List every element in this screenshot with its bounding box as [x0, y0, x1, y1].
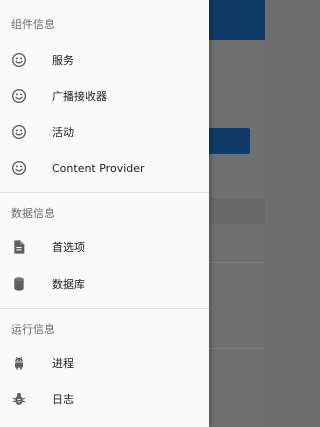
background-divider [200, 262, 265, 263]
section-divider [0, 308, 209, 309]
android-icon [10, 354, 28, 372]
drawer-item-label: Content Provider [52, 161, 145, 175]
drawer-item-content-provider[interactable]: Content Provider [0, 150, 209, 186]
bug-icon [10, 390, 28, 408]
drawer-item-label: 日志 [52, 393, 74, 406]
drawer-item-broadcast-receivers[interactable]: 广播接收器 [0, 78, 209, 114]
drawer-item-label: 进程 [52, 357, 74, 370]
background-row [200, 198, 265, 224]
section-header-runtime: 运行信息 [11, 323, 55, 336]
drawer-item-label: 服务 [52, 54, 74, 67]
drawer-item-label: 广播接收器 [52, 90, 107, 103]
drawer-item-label: 数据库 [52, 278, 85, 291]
drawer-item-label: 活动 [52, 126, 74, 139]
document-icon [10, 238, 28, 256]
smiley-icon [10, 123, 28, 141]
drawer-item-logs[interactable]: 日志 [0, 381, 209, 417]
drawer-item-label: 首选项 [52, 241, 85, 254]
drawer-item-services[interactable]: 服务 [0, 42, 209, 78]
section-divider [0, 192, 209, 193]
drawer-item-preferences[interactable]: 首选项 [0, 229, 209, 265]
smiley-icon [10, 159, 28, 177]
navigation-drawer: 组件信息 服务 广播接收器 活动 Content Provider 数据信息 首… [0, 0, 209, 427]
background-divider [200, 348, 265, 349]
smiley-icon [10, 87, 28, 105]
section-header-components: 组件信息 [11, 18, 55, 31]
drawer-item-database[interactable]: 数据库 [0, 266, 209, 302]
drawer-item-activities[interactable]: 活动 [0, 114, 209, 150]
database-icon [10, 275, 28, 293]
drawer-item-processes[interactable]: 进程 [0, 345, 209, 381]
section-header-data: 数据信息 [11, 207, 55, 220]
smiley-icon [10, 51, 28, 69]
